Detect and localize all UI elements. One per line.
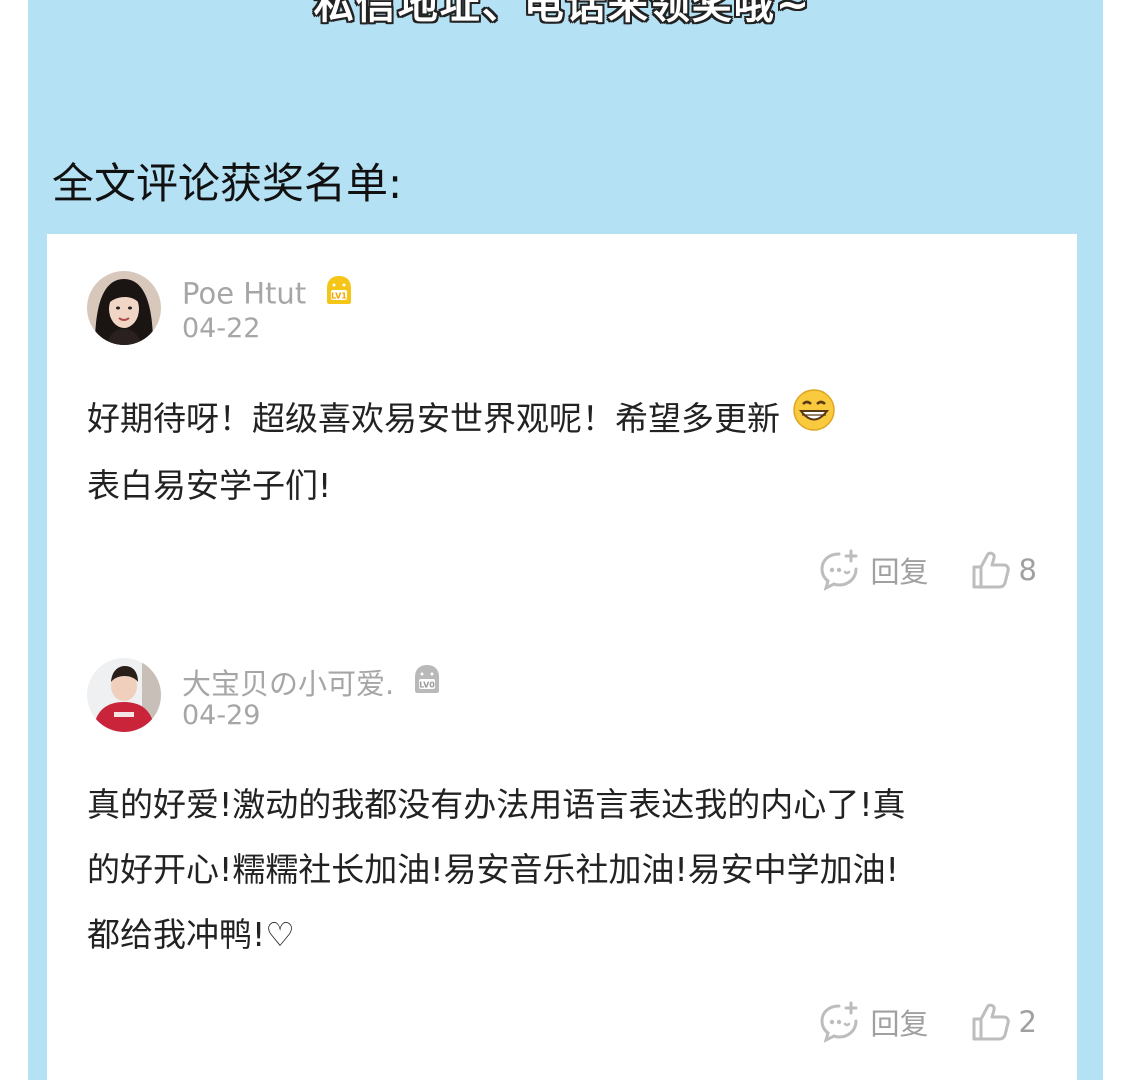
comment-date: 04-22 (182, 313, 261, 344)
like-count: 8 (1018, 553, 1037, 587)
comment-body: 真的好爱!激动的我都没有办法用语言表达我的内心了!真 的好开心!糯糯社长加油!易… (87, 772, 1047, 967)
username-label: Poe Htut (182, 276, 307, 311)
lv1-badge-label: LV1 (332, 292, 348, 301)
avatar[interactable] (87, 271, 161, 345)
comment-line: 好期待呀！超级喜欢易安世界观呢！希望多更新 (87, 386, 1047, 453)
lv1-badge-icon: LV1 (323, 274, 355, 313)
like-button[interactable]: 2 (969, 1000, 1037, 1044)
username-label: 大宝贝の小可爱. (182, 667, 395, 701)
comments-card: Poe Htut LV1 04-22 好期待呀！超级喜欢易安世界观呢！希望多更新… (47, 234, 1077, 1080)
thumbs-up-icon (969, 1000, 1013, 1044)
reply-button[interactable]: 回复 (817, 548, 929, 592)
comment-body: 好期待呀！超级喜欢易安世界观呢！希望多更新 表白易安学子们! (87, 386, 1047, 518)
comment-actions: 回复 8 (817, 545, 1037, 595)
reply-icon (817, 548, 861, 592)
comment-line-text: 好期待呀！超级喜欢易安世界观呢！希望多更新 (87, 399, 780, 438)
avatar[interactable] (87, 658, 161, 732)
comment-actions: 回复 2 (817, 997, 1037, 1047)
comment-line: 都给我冲鸭!♡ (87, 915, 295, 954)
comment-date: 04-29 (182, 700, 261, 731)
comment-line: 的好开心!糯糯社长加油!易安音乐社加油!易安中学加油! (87, 850, 899, 889)
thumbs-up-icon (969, 548, 1013, 592)
reply-label: 回复 (870, 555, 929, 589)
comment-line: 表白易安学子们! (87, 466, 332, 505)
lv0-badge-icon: LV0 (411, 663, 443, 702)
grinning-face-icon (792, 388, 836, 453)
comment-username[interactable]: Poe Htut LV1 (182, 274, 355, 313)
comment-line: 真的好爱!激动的我都没有办法用语言表达我的内心了!真 (87, 785, 906, 824)
reply-icon (817, 1000, 861, 1044)
comment-username[interactable]: 大宝贝の小可爱. LV0 (182, 661, 443, 703)
like-button[interactable]: 8 (969, 548, 1037, 592)
reply-button[interactable]: 回复 (817, 1000, 929, 1044)
lv0-badge-label: LV0 (420, 680, 436, 689)
banner-text: 私信地址、电话来领奖哦~ (313, 0, 812, 28)
section-title: 全文评论获奖名单: (52, 159, 403, 208)
like-count: 2 (1018, 1005, 1037, 1039)
reply-label: 回复 (870, 1007, 929, 1041)
